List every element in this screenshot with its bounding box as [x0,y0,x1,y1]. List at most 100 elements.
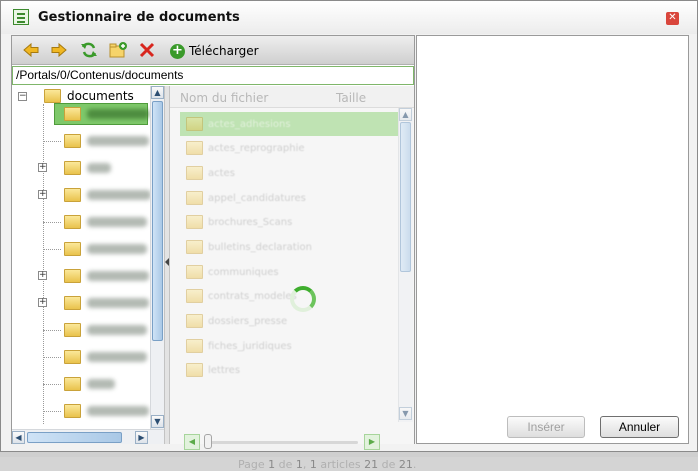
file-name: appel_candidatures [208,192,306,204]
tree-item[interactable] [64,211,147,233]
scroll-right-icon[interactable]: ▶ [135,431,148,444]
delete-icon[interactable] [138,41,156,59]
scroll-down-icon[interactable]: ▼ [399,407,412,420]
add-icon: + [170,43,185,59]
tree-item[interactable] [64,292,149,314]
folder-icon [186,289,203,303]
pager-page-label: Page [238,458,265,471]
tree-item[interactable] [64,130,149,152]
grid-row[interactable]: brochures_Scans [180,210,398,234]
file-name: contrats_modeles [208,290,297,302]
scroll-up-icon[interactable]: ▲ [399,108,412,121]
tree-item[interactable] [64,238,147,260]
loading-spinner-icon [290,286,316,312]
tree-item[interactable] [64,346,147,368]
folder-icon [64,242,81,256]
scroll-up-icon[interactable]: ▲ [151,86,164,99]
grid-row[interactable]: bulletins_declaration [180,235,398,259]
grid-vertical-scrollbar[interactable]: ▲ ▼ [398,108,413,422]
grid-row[interactable]: actes_adhesions [180,112,398,136]
insert-button[interactable]: Insérer [507,416,585,438]
grid-row[interactable]: fiches_juridiques [180,334,398,358]
grid-row[interactable]: appel_candidatures [180,186,398,210]
arrow-left-icon[interactable] [22,41,40,59]
pager-knob[interactable] [204,434,212,449]
pager-slider[interactable]: ◀ ▶ [184,434,380,450]
scroll-left-icon[interactable]: ◀ [12,431,25,444]
folder-icon [186,240,203,254]
previous-page-icon[interactable]: ◀ [184,434,200,450]
folder-icon [64,296,81,310]
new-folder-icon[interactable] [109,41,127,59]
tree-item[interactable] [64,319,147,341]
grid-row[interactable]: dossiers_presse [180,309,398,333]
refresh-icon[interactable] [80,41,98,59]
folder-icon [64,161,81,175]
folder-icon [186,314,203,328]
pager-track [206,441,358,444]
title-bar: Gestionnaire de documents ✕ [1,1,697,34]
tree-item[interactable] [64,265,149,287]
tree-root-label: documents [67,89,134,103]
dialog-title: Gestionnaire de documents [38,10,240,25]
grid-header: Nom du fichier Taille [170,86,414,108]
toolbar: + Télécharger [12,36,414,65]
status-bar [0,452,698,457]
expand-icon[interactable]: + [38,163,47,172]
column-header-size[interactable]: Taille [336,91,366,105]
tree-item[interactable] [64,103,149,125]
tree-horizontal-scrollbar[interactable]: ◀ ▶ [12,429,164,444]
folder-icon [64,134,81,148]
scroll-thumb[interactable] [400,122,411,272]
grid-row[interactable]: contrats_modeles [180,284,398,308]
scroll-thumb[interactable] [152,101,163,341]
tree-vertical-scrollbar[interactable]: ▲ ▼ [150,86,165,430]
tree-item[interactable] [64,157,111,179]
grid-row[interactable]: communiques [180,260,398,284]
grid-row[interactable]: actes_reprographie [180,136,398,160]
folder-icon [186,339,203,353]
upload-button[interactable]: + Télécharger [170,42,259,60]
pager-items-to: 21 [364,458,379,471]
file-browser: + Télécharger /Portals/0/Contenus/docume… [11,35,416,471]
scroll-thumb[interactable] [27,432,122,443]
file-grid: Nom du fichier Taille actes_adhesions ac… [170,86,416,471]
folder-icon [186,265,203,279]
expand-icon[interactable]: + [38,190,47,199]
file-name: fiches_juridiques [208,340,292,352]
folder-icon [64,350,81,364]
arrow-right-icon[interactable] [50,41,68,59]
folder-icon [44,89,61,103]
folder-tree: − documents + + + + [12,86,150,430]
pager-page-total: 1 [295,458,303,471]
path-field[interactable]: /Portals/0/Contenus/documents [12,66,414,85]
pager-items-label: articles [320,458,361,471]
preview-panel: Insérer Annuler [416,35,689,444]
folder-icon [64,323,81,337]
expand-icon[interactable]: + [38,271,47,280]
close-icon[interactable]: ✕ [666,12,679,25]
grid-row[interactable]: lettres [180,358,398,382]
column-header-name[interactable]: Nom du fichier [180,91,268,105]
file-name: actes [208,167,235,179]
grid-row[interactable]: actes [180,161,398,185]
expand-icon[interactable]: + [38,298,47,307]
cancel-button[interactable]: Annuler [600,416,679,438]
folder-icon [186,191,203,205]
folder-icon [64,269,81,283]
collapse-icon[interactable]: − [18,92,27,101]
tree-item[interactable] [64,400,149,422]
next-page-icon[interactable]: ▶ [364,434,380,450]
file-name: actes_adhesions [208,118,291,130]
scroll-down-icon[interactable]: ▼ [151,415,164,428]
file-name: brochures_Scans [208,216,293,228]
folder-icon [64,377,81,391]
file-name: communiques [208,266,279,278]
pager-of-label: de [381,458,396,471]
tree-item[interactable] [64,373,115,395]
file-name: lettres [208,364,241,376]
tree-item[interactable] [64,184,150,206]
folder-icon [64,107,81,121]
collapse-arrow-icon[interactable] [165,258,169,266]
folder-icon [186,166,203,180]
